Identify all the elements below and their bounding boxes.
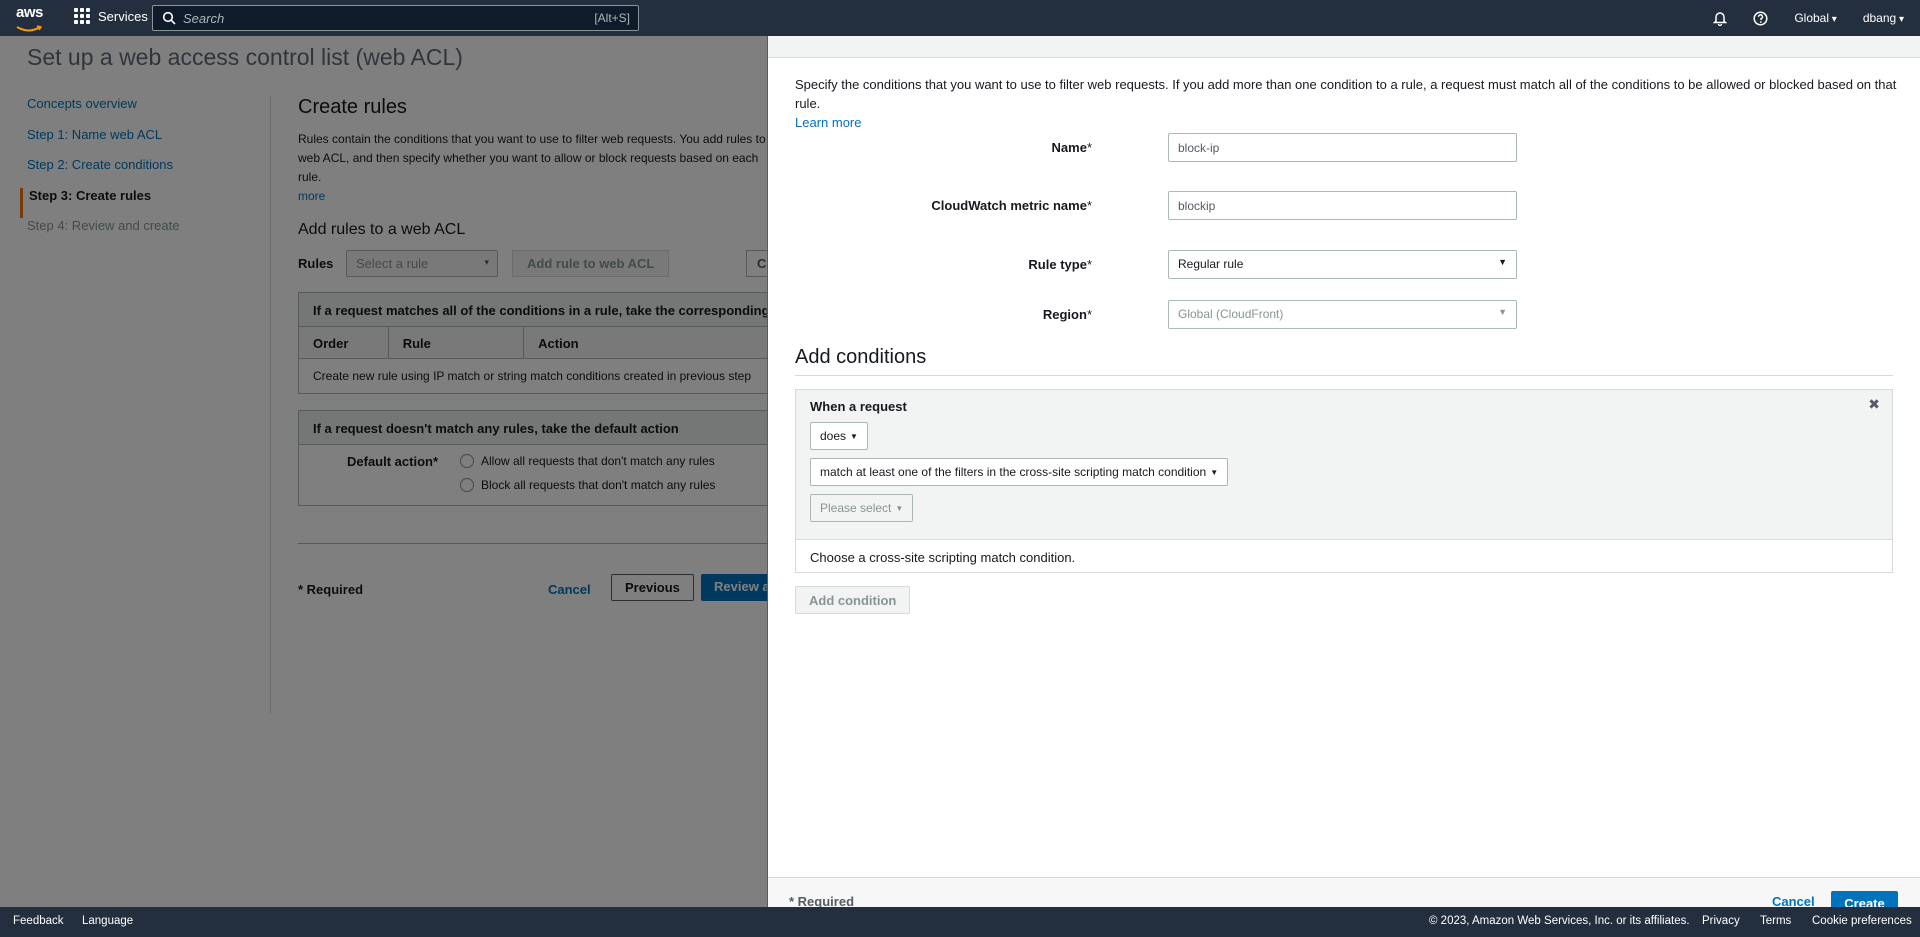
panel-intro: Specify the conditions that you want to … [795, 75, 1910, 132]
terms-link[interactable]: Terms [1760, 915, 1791, 927]
cookie-preferences-link[interactable]: Cookie preferences [1812, 915, 1912, 927]
region-select: Global (CloudFront) ▼ [1168, 300, 1517, 329]
metric-label: CloudWatch metric name* [931, 198, 1092, 213]
create-button[interactable]: Create [1831, 891, 1898, 907]
match-type-value: match at least one of the filters in the… [820, 465, 1207, 479]
rule-type-select[interactable]: Regular rule ▼ [1168, 250, 1517, 279]
panel-footer: * Required Cancel Create [768, 877, 1920, 907]
region-value: Global (CloudFront) [1178, 307, 1284, 321]
condition-select-dropdown[interactable]: Please select ▼ [810, 494, 914, 522]
services-menu-button[interactable]: Services [74, 8, 148, 24]
region-label: Region* [1042, 307, 1092, 322]
does-value: does [820, 429, 847, 443]
help-icon[interactable] [1753, 10, 1768, 26]
name-input[interactable] [1168, 133, 1517, 162]
add-conditions-heading: Add conditions [795, 346, 927, 368]
services-label: Services [98, 8, 148, 24]
learn-more-link[interactable]: Learn more [795, 115, 861, 130]
panel-header-strip [768, 36, 1920, 58]
caret-down-icon: ▼ [1498, 257, 1507, 267]
panel-required-note: * Required [789, 894, 855, 907]
caret-down-icon: ▼ [1210, 468, 1219, 477]
rule-type-value: Regular rule [1178, 257, 1244, 271]
condition-editor: When a request ✖ does ▼ match at least on… [796, 390, 1892, 540]
aws-logo-text: aws [16, 4, 43, 21]
grid-icon [74, 8, 90, 24]
metric-name-input[interactable] [1168, 191, 1517, 220]
create-rule-panel: Specify the conditions that you want to … [767, 36, 1920, 907]
aws-smile-icon [16, 25, 43, 32]
account-menu[interactable]: dbang [1863, 11, 1904, 25]
search-input[interactable] [183, 9, 563, 27]
does-dropdown[interactable]: does ▼ [810, 422, 868, 450]
nav-right-group: Global dbang [1713, 0, 1904, 36]
search-box[interactable]: [Alt+S] [152, 5, 639, 31]
privacy-link[interactable]: Privacy [1702, 915, 1740, 927]
name-field-row: Name* [768, 133, 1920, 162]
panel-intro-text: Specify the conditions that you want to … [795, 77, 1897, 111]
metric-field-row: CloudWatch metric name* [768, 191, 1920, 220]
feedback-link[interactable]: Feedback [13, 915, 64, 927]
caret-down-icon: ▼ [895, 504, 904, 513]
name-label: Name* [1051, 140, 1092, 155]
bell-icon[interactable] [1713, 11, 1728, 26]
region-row: Region* Global (CloudFront) ▼ [768, 300, 1920, 329]
choose-condition-message: Choose a cross-site scripting match cond… [810, 550, 1076, 565]
rule-type-row: Rule type* Regular rule ▼ [768, 250, 1920, 279]
panel-cancel-link[interactable]: Cancel [1772, 894, 1815, 907]
region-menu[interactable]: Global [1794, 11, 1837, 25]
console-footer: Feedback Language © 2023, Amazon Web Ser… [0, 907, 1920, 937]
language-link[interactable]: Language [82, 915, 133, 927]
rule-type-label: Rule type* [1028, 257, 1092, 272]
aws-logo[interactable]: aws [16, 4, 44, 32]
caret-down-icon: ▼ [1498, 307, 1507, 317]
search-shortcut-hint: [Alt+S] [594, 11, 630, 25]
section-divider [795, 375, 1893, 376]
close-icon[interactable]: ✖ [1868, 396, 1880, 413]
caret-down-icon: ▼ [850, 432, 858, 441]
search-icon [162, 11, 176, 25]
when-request-label: When a request [810, 399, 907, 414]
condition-box: When a request ✖ does ▼ match at least on… [795, 389, 1893, 573]
copyright-text: © 2023, Amazon Web Services, Inc. or its… [1429, 915, 1690, 927]
condition-select-value: Please select [820, 501, 892, 515]
add-condition-button[interactable]: Add condition [795, 586, 911, 614]
top-navigation-bar: aws Services [Alt+S] Global dbang [0, 0, 1920, 36]
match-type-dropdown[interactable]: match at least one of the filters in the… [810, 458, 1229, 486]
modal-backdrop[interactable] [0, 36, 767, 907]
